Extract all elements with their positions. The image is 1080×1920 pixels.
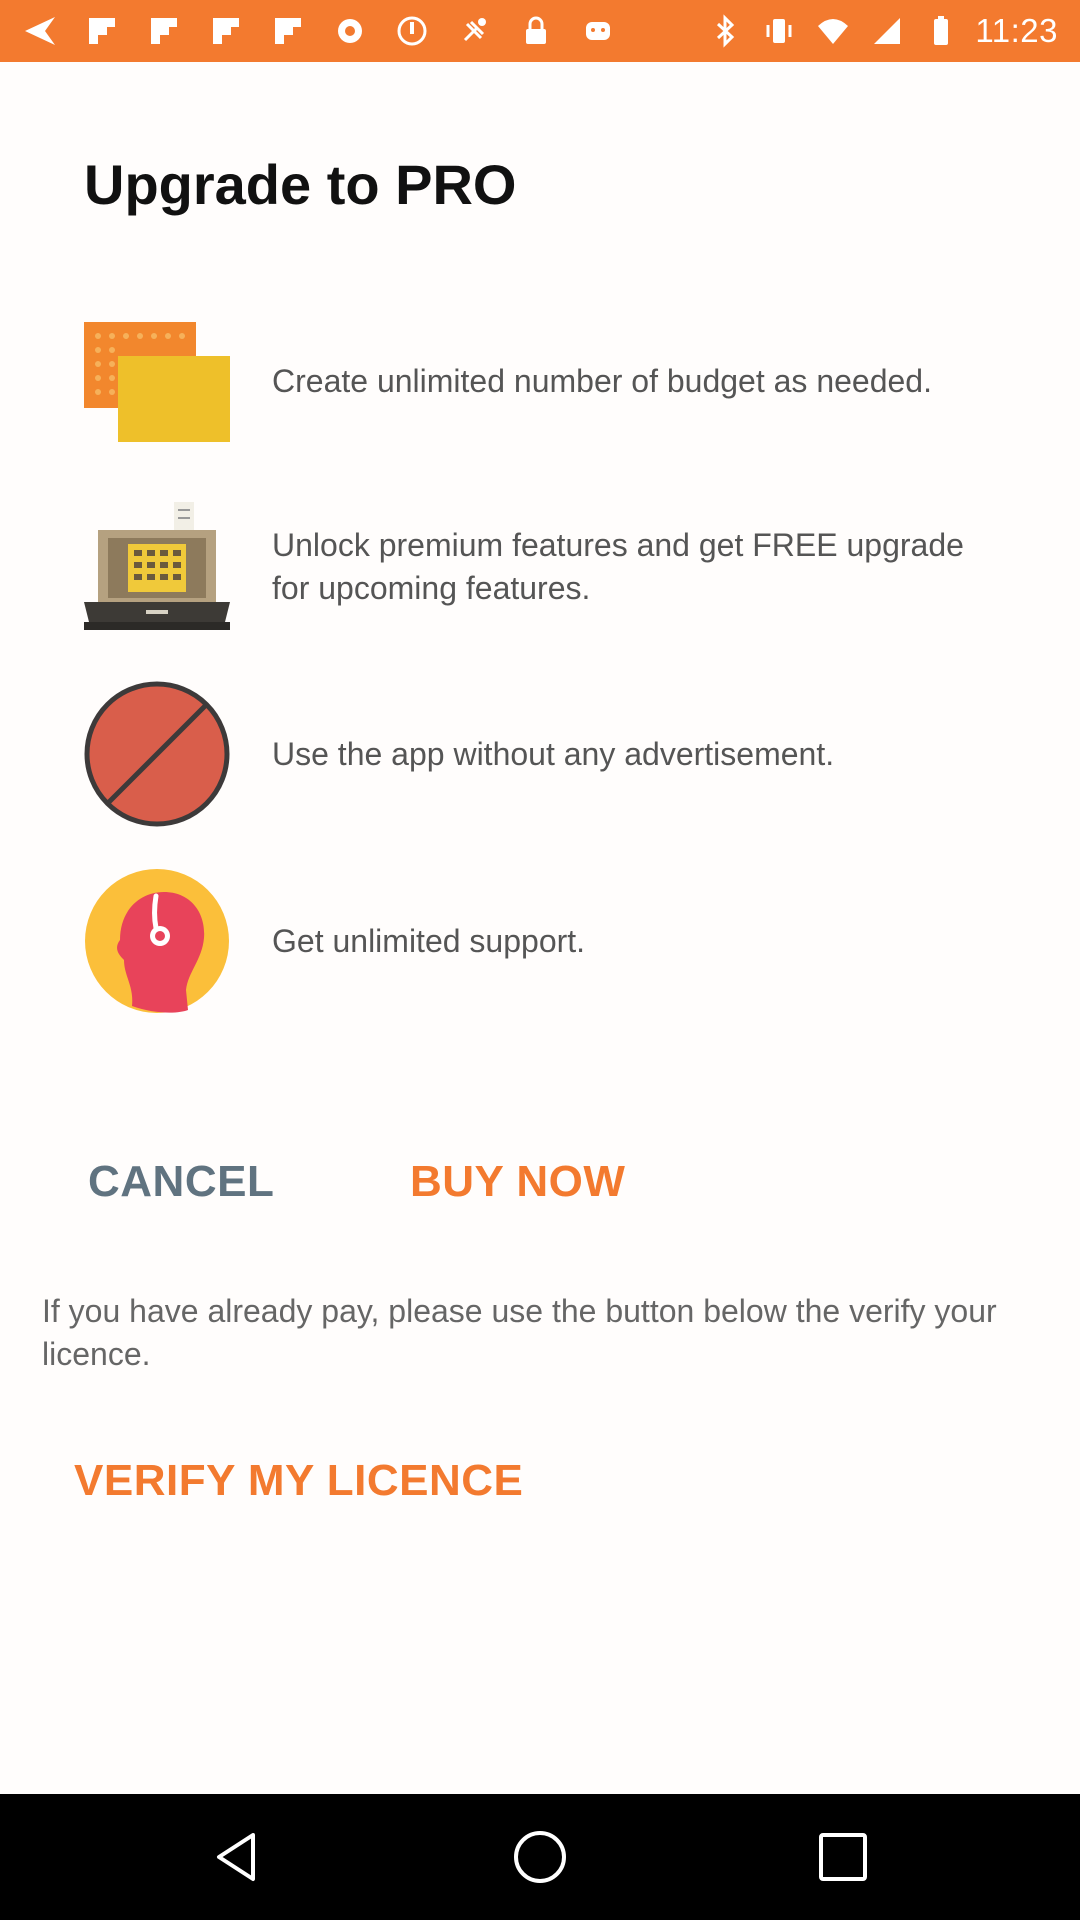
flipboard-icon — [144, 11, 184, 51]
feature-text: Get unlimited support. — [272, 922, 586, 959]
status-left-icons — [20, 11, 640, 51]
status-bar: 11:23 — [0, 0, 1080, 62]
feature-text: Unlock premium features and get FREE upg… — [272, 527, 964, 606]
buy-now-button[interactable]: BUY NOW — [410, 1157, 625, 1207]
flipboard-icon — [82, 11, 122, 51]
android-icon — [578, 11, 618, 51]
record-icon — [330, 11, 370, 51]
feature-text: Create unlimited number of budget as nee… — [272, 362, 932, 399]
support-headset-icon — [84, 868, 230, 1014]
cancel-button[interactable]: CANCEL — [88, 1157, 274, 1207]
disc-icon — [392, 11, 432, 51]
feature-item-support: Get unlimited support. — [84, 868, 1014, 1014]
page-title: Upgrade to PRO — [84, 153, 517, 216]
home-icon[interactable] — [510, 1827, 570, 1887]
cash-register-icon — [84, 494, 230, 640]
wifi-icon — [813, 11, 853, 51]
flipboard-icon — [268, 11, 308, 51]
feature-item-premium: Unlock premium features and get FREE upg… — [84, 494, 1014, 640]
fake-gps-icon — [454, 11, 494, 51]
flipboard-icon — [206, 11, 246, 51]
licence-note: If you have already pay, please use the … — [42, 1293, 997, 1372]
battery-icon — [921, 11, 961, 51]
verify-licence-button[interactable]: VERIFY MY LICENCE — [74, 1456, 523, 1506]
navigation-bar — [0, 1794, 1080, 1920]
feature-text: Use the app without any advertisement. — [272, 735, 835, 772]
lock-icon — [516, 11, 556, 51]
signal-icon — [867, 11, 907, 51]
status-time: 11:23 — [975, 12, 1058, 49]
feature-item-no-ads: Use the app without any advertisement. — [84, 681, 1014, 827]
no-ads-icon — [84, 681, 230, 827]
navigation-arrow-icon — [20, 11, 60, 51]
recent-apps-icon[interactable] — [813, 1827, 873, 1887]
budget-folders-icon — [84, 308, 230, 454]
feature-item-budget: Create unlimited number of budget as nee… — [84, 308, 1014, 454]
bluetooth-icon — [705, 11, 745, 51]
vibrate-icon — [759, 11, 799, 51]
back-icon[interactable] — [207, 1827, 267, 1887]
status-right-icons: 11:23 — [705, 11, 1058, 51]
